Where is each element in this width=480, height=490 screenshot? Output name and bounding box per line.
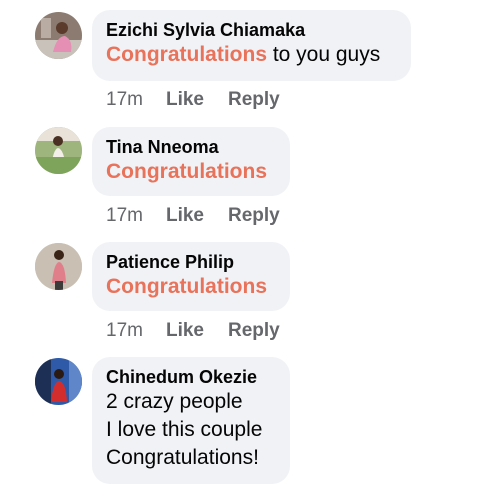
reply-button[interactable]: Reply <box>228 205 280 227</box>
like-button[interactable]: Like <box>166 320 204 342</box>
reply-button[interactable]: Reply <box>228 89 280 111</box>
reply-button[interactable]: Reply <box>228 320 280 342</box>
comment-text: Congratulations <box>106 273 276 301</box>
comment-actions: 17m Like Reply <box>106 89 304 111</box>
avatar-photo-icon <box>35 127 82 174</box>
comment-author[interactable]: Patience Philip <box>106 251 276 273</box>
comment-text: Congratulations to you guys <box>106 41 397 69</box>
comment-actions: 17m Like Reply <box>106 320 304 342</box>
comment-text-line: Congratulations! <box>106 446 259 469</box>
comment-text-line: I love this couple <box>106 418 263 441</box>
comment-actions: 17m Like Reply <box>106 205 304 227</box>
comment-time[interactable]: 17m <box>106 320 143 342</box>
comment-author[interactable]: Chinedum Okezie <box>106 366 276 388</box>
avatar[interactable] <box>35 127 82 174</box>
comment-text: Congratulations <box>106 158 276 186</box>
comment-author[interactable]: Tina Nneoma <box>106 136 276 158</box>
avatar[interactable] <box>35 243 82 290</box>
comment-bubble: Tina Nneoma Congratulations <box>92 127 290 196</box>
avatar-photo-icon <box>35 12 82 59</box>
comment-text-after: to you guys <box>267 43 381 66</box>
avatar-photo-icon <box>35 243 82 290</box>
like-button[interactable]: Like <box>166 89 204 111</box>
avatar-photo-icon <box>35 358 82 405</box>
avatar[interactable] <box>35 12 82 59</box>
comment-time[interactable]: 17m <box>106 205 143 227</box>
avatar[interactable] <box>35 358 82 405</box>
comment-time[interactable]: 17m <box>106 89 143 111</box>
comment-highlight: Congratulations <box>106 43 267 66</box>
comment-text-line: 2 crazy people <box>106 390 243 413</box>
comment-author[interactable]: Ezichi Sylvia Chiamaka <box>106 19 397 41</box>
comment-highlight: Congratulations <box>106 275 267 298</box>
comment-bubble: Chinedum Okezie 2 crazy people I love th… <box>92 357 290 484</box>
comment-bubble: Ezichi Sylvia Chiamaka Congratulations t… <box>92 10 411 81</box>
like-button[interactable]: Like <box>166 205 204 227</box>
comment-highlight: Congratulations <box>106 160 267 183</box>
comment-bubble: Patience Philip Congratulations <box>92 242 290 311</box>
